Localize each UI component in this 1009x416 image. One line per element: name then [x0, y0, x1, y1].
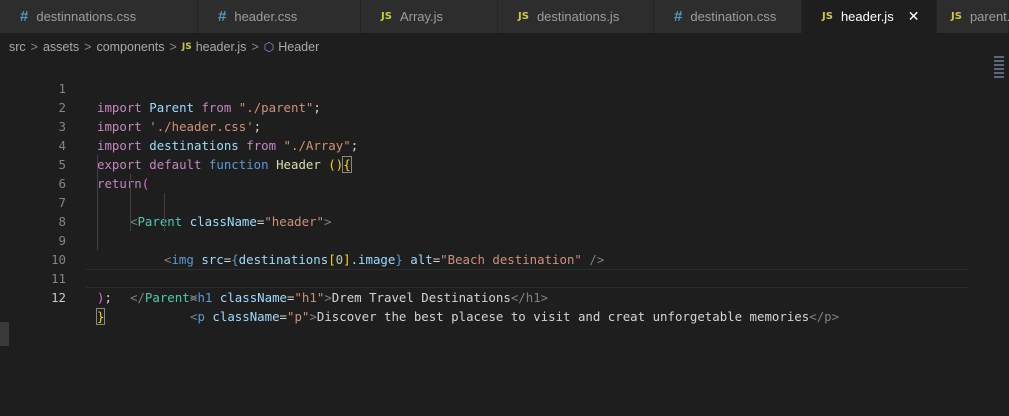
code-line[interactable]: 2 import './header.css'; [0, 79, 990, 134]
js-file-icon: JS [381, 11, 392, 22]
indent-guide [130, 193, 131, 212]
breadcrumb-components[interactable]: components [96, 40, 164, 54]
code-line[interactable]: 5 return( [0, 136, 990, 191]
tab-label: header.js [840, 9, 894, 24]
code-editor[interactable]: 1 import Parent from "./parent"; 2 impor… [0, 60, 1009, 416]
token-tag: p [197, 309, 205, 324]
line-number: 12 [51, 290, 66, 305]
chevron-right-icon: > [169, 40, 177, 54]
chevron-right-icon: > [251, 40, 259, 54]
indent-guide [97, 212, 98, 231]
token-tag-bracket: > [324, 290, 332, 305]
tab-header-css[interactable]: # header.css [198, 0, 361, 33]
code-text: ); [97, 288, 112, 307]
tab-array-js[interactable]: JS Array.js [361, 0, 498, 33]
token-tag-bracket: > [189, 290, 198, 305]
code-text: <h1 className="h1">Drem Travel Destinati… [190, 288, 548, 307]
breadcrumb-symbol[interactable]: Header [278, 40, 319, 54]
symbol-method-icon: ⬡ [263, 40, 275, 54]
chevron-right-icon: > [30, 40, 38, 54]
code-line[interactable]: 3 import destinations from "./Array"; [0, 98, 990, 153]
token-attribute: className [219, 290, 287, 305]
matched-bracket: } [95, 308, 106, 325]
code-line-current[interactable]: 12 } [0, 269, 990, 325]
breadcrumb-src[interactable]: src [9, 40, 26, 54]
js-file-icon: JS [518, 11, 529, 22]
tab-destinnations-css[interactable]: # destinnations.css [0, 0, 198, 33]
token-operator: = [279, 309, 288, 324]
tab-destination-css[interactable]: # destination.css [654, 0, 802, 33]
token-punctuation: ; [104, 290, 112, 305]
js-file-icon: JS [181, 42, 192, 52]
breadcrumb-assets[interactable]: assets [43, 40, 79, 54]
token-string: "h1" [294, 290, 325, 305]
indent-guide [97, 174, 98, 193]
tab-header-js[interactable]: JS header.js ✕ [802, 0, 937, 33]
code-line[interactable]: 11 ); [0, 250, 990, 305]
code-line[interactable]: 7 <img src={destinations[0].image} alt="… [0, 174, 990, 267]
code-line[interactable]: 10 </Parent> [0, 231, 990, 305]
token-string: "p" [287, 309, 310, 324]
code-line[interactable]: 8 <h1 className="h1">Drem Travel Destina… [0, 193, 990, 305]
indent-guide [130, 212, 131, 231]
token-text: Discover the best placese to visit and c… [316, 309, 810, 324]
breadcrumb-file[interactable]: header.js [196, 40, 247, 54]
token-tag-close: </p> [809, 309, 840, 324]
tab-label: header.css [234, 9, 298, 24]
tab-label: destination.css [690, 9, 777, 24]
token-tag-close: </h1> [510, 290, 549, 305]
close-icon[interactable]: ✕ [908, 8, 920, 25]
code-text: } [95, 307, 106, 326]
token-tag-bracket: > [309, 309, 317, 324]
indent-guide [164, 212, 165, 231]
editor-tab-bar: # destinnations.css # header.css JS Arra… [0, 0, 1009, 33]
code-text: <p className="p">Discover the best place… [190, 307, 839, 326]
token-component: Parent [144, 290, 190, 305]
breadcrumb: src > assets > components > JS header.js… [9, 36, 319, 58]
code-line[interactable]: 9 <p className="p">Discover the best pla… [0, 212, 990, 324]
indent-guide [130, 174, 131, 193]
css-file-icon: # [20, 8, 29, 25]
token-text: Drem Travel Destinations [331, 290, 511, 305]
tab-label: destinations.js [536, 9, 620, 24]
indent-guide [97, 155, 98, 174]
js-file-icon: JS [951, 11, 962, 22]
indent-guide [164, 193, 165, 212]
code-text: </Parent> [130, 288, 197, 307]
chevron-right-icon: > [84, 40, 92, 54]
css-file-icon: # [674, 8, 683, 25]
token-attribute: className [212, 309, 280, 324]
token-tag-bracket: </ [130, 290, 145, 305]
tab-destinations-js[interactable]: JS destinations.js [498, 0, 654, 33]
css-file-icon: # [218, 8, 227, 25]
indent-guide [97, 193, 98, 212]
tab-parent-js[interactable]: JS parent.js [937, 0, 1009, 33]
code-line[interactable]: 4 export default function Header (){ [0, 117, 990, 173]
tab-label: Array.js [399, 9, 444, 24]
code-line[interactable]: 1 import Parent from "./parent"; [0, 60, 990, 115]
indent-guide [97, 231, 98, 250]
js-file-icon: JS [822, 11, 833, 22]
tab-label: destinnations.css [36, 9, 137, 24]
tab-label: parent.js [969, 9, 1009, 24]
code-line[interactable]: 6 <Parent className="header"> [0, 155, 990, 229]
token-tag: h1 [197, 290, 213, 305]
